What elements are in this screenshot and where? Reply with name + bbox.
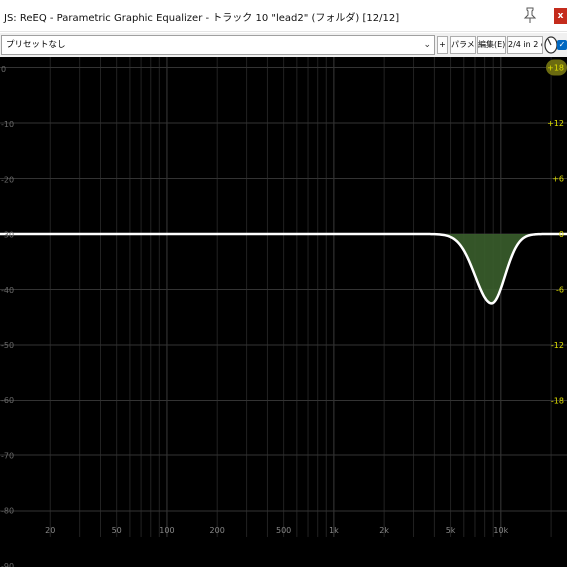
right-db-label: +18 [547,64,564,73]
frequency-scale: 20 50 100 200 500 1k 2k 5k 10k [45,526,508,535]
pin-icon [523,7,537,23]
left-db-label: -60 [1,396,14,405]
left-db-label: -80 [1,507,14,516]
right-db-label: -6 [556,286,564,295]
freq-label: 20 [45,526,55,535]
freq-label: 50 [112,526,122,535]
left-db-label: -40 [1,286,14,295]
freq-label: 1k [329,526,339,535]
freq-label: 10k [493,526,508,535]
freq-label: 5k [446,526,456,535]
right-db-label: +6 [552,175,564,184]
close-button[interactable]: x [554,8,567,24]
eq-graph[interactable]: 0 -10 -20 -30 -40 -50 -60 -70 -80 -90 +18 +12 +6 0 -6… [0,57,567,567]
preset-value: プリセットなし [6,40,66,50]
left-db-label: -20 [1,175,14,184]
right-db-label: +12 [547,119,564,128]
bypass-checkbox[interactable]: ✓ [557,40,567,50]
left-db-label: -30 [1,231,14,240]
window-title: JS: ReEQ - Parametric Graphic Equalizer … [4,13,400,24]
left-db-label: -10 [1,120,14,129]
right-db-label: -12 [551,341,564,350]
left-db-label: -50 [1,341,14,350]
close-icon: x [557,11,564,21]
left-db-label: 0 [1,65,6,74]
left-db-scale: 0 -10 -20 -30 -40 -50 -60 -70 -80 -90 [1,65,14,567]
add-preset-button[interactable]: + [437,36,448,54]
params-button[interactable]: パラメータ [450,36,476,54]
pin-button[interactable] [519,4,541,26]
eq-graph-svg: 0 -10 -20 -30 -40 -50 -60 -70 -80 -90 +18 +12 +6 0 -6… [0,57,567,567]
grid-lines [0,57,567,537]
edit-button[interactable]: 編集(E)... [477,36,506,54]
freq-label: 2k [379,526,389,535]
right-db-scale: +18 +12 +6 0 -6 -12 -18 [546,59,567,406]
wet-knob[interactable] [544,35,558,55]
io-routing-button[interactable]: 2/4 in 2 out [507,36,543,54]
toolbar: プリセットなし ⌄ + パラメータ 編集(E)... 2/4 in 2 out … [0,33,567,57]
freq-label: 100 [159,526,174,535]
right-db-label: -18 [551,397,564,406]
knob-icon [544,36,558,54]
chevron-down-icon: ⌄ [423,40,431,50]
right-db-label: 0 [559,230,564,239]
freq-label: 200 [210,526,225,535]
left-db-label: -70 [1,451,14,460]
freq-label: 500 [276,526,291,535]
title-bar: JS: ReEQ - Parametric Graphic Equalizer … [0,0,567,32]
left-db-label: -90 [1,562,14,567]
preset-dropdown[interactable]: プリセットなし ⌄ [1,35,435,55]
